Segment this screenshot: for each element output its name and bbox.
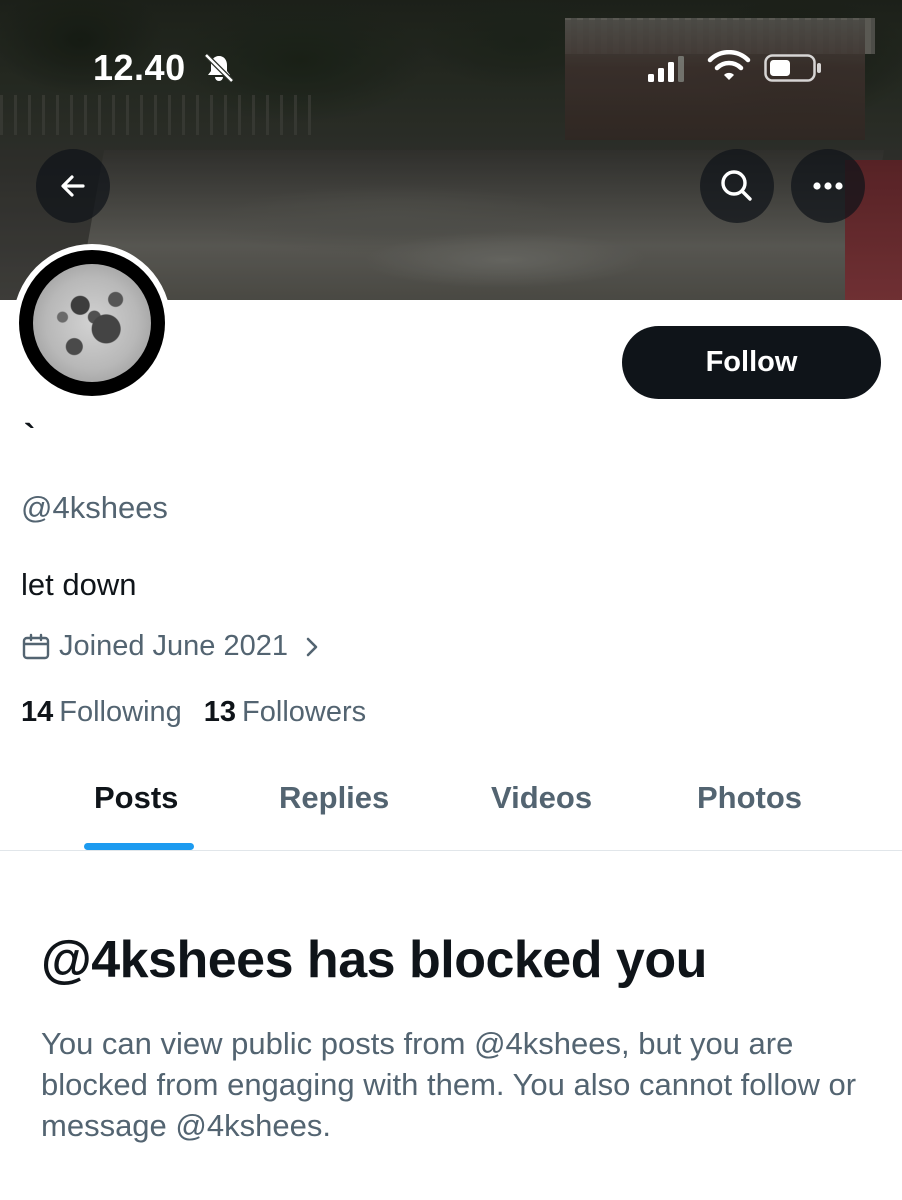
tab-replies[interactable]: Replies bbox=[279, 780, 389, 816]
follow-stats: 14 Following 13 Followers bbox=[21, 696, 366, 729]
wifi-icon bbox=[707, 50, 751, 80]
follow-button[interactable]: Follow bbox=[622, 326, 881, 399]
display-name: ` bbox=[24, 418, 36, 456]
tab-posts[interactable]: Posts bbox=[94, 780, 178, 816]
following-link[interactable]: 14 Following bbox=[21, 696, 182, 729]
blocked-description: You can view public posts from @4kshees,… bbox=[41, 1026, 857, 1143]
more-button[interactable] bbox=[791, 149, 865, 223]
banner-shade bbox=[0, 0, 902, 300]
tab-photos[interactable]: Photos bbox=[697, 780, 802, 816]
followers-label: Followers bbox=[242, 696, 367, 728]
avatar-moon-image bbox=[33, 264, 151, 382]
profile-bio: let down bbox=[21, 567, 137, 602]
joined-date[interactable]: Joined June 2021 bbox=[21, 630, 322, 663]
status-time: 12.40 bbox=[93, 47, 186, 88]
followers-link[interactable]: 13 Followers bbox=[204, 696, 366, 729]
active-tab-indicator bbox=[84, 843, 194, 850]
profile-handle: @4kshees bbox=[21, 490, 168, 525]
joined-text: Joined June 2021 bbox=[59, 630, 288, 662]
cellular-signal-icon bbox=[648, 56, 684, 82]
battery-icon bbox=[764, 54, 821, 82]
following-label: Following bbox=[59, 696, 182, 728]
back-button[interactable] bbox=[36, 149, 110, 223]
avatar-frame bbox=[19, 250, 165, 396]
followers-count: 13 bbox=[203, 696, 237, 728]
bell-slash-icon bbox=[204, 53, 234, 83]
following-count: 14 bbox=[21, 696, 54, 728]
search-icon bbox=[721, 170, 752, 201]
profile-tabs: Posts Replies Videos Photos bbox=[0, 760, 902, 851]
avatar[interactable] bbox=[13, 244, 171, 402]
calendar-icon bbox=[22, 633, 50, 659]
blocked-title: @4kshees has blocked you bbox=[41, 931, 707, 989]
arrow-left-icon bbox=[61, 175, 85, 197]
chevron-right-icon bbox=[306, 637, 318, 656]
search-button[interactable] bbox=[700, 149, 774, 223]
tab-videos[interactable]: Videos bbox=[491, 780, 592, 816]
more-dots-icon bbox=[813, 182, 843, 190]
profile-banner[interactable] bbox=[0, 0, 902, 300]
